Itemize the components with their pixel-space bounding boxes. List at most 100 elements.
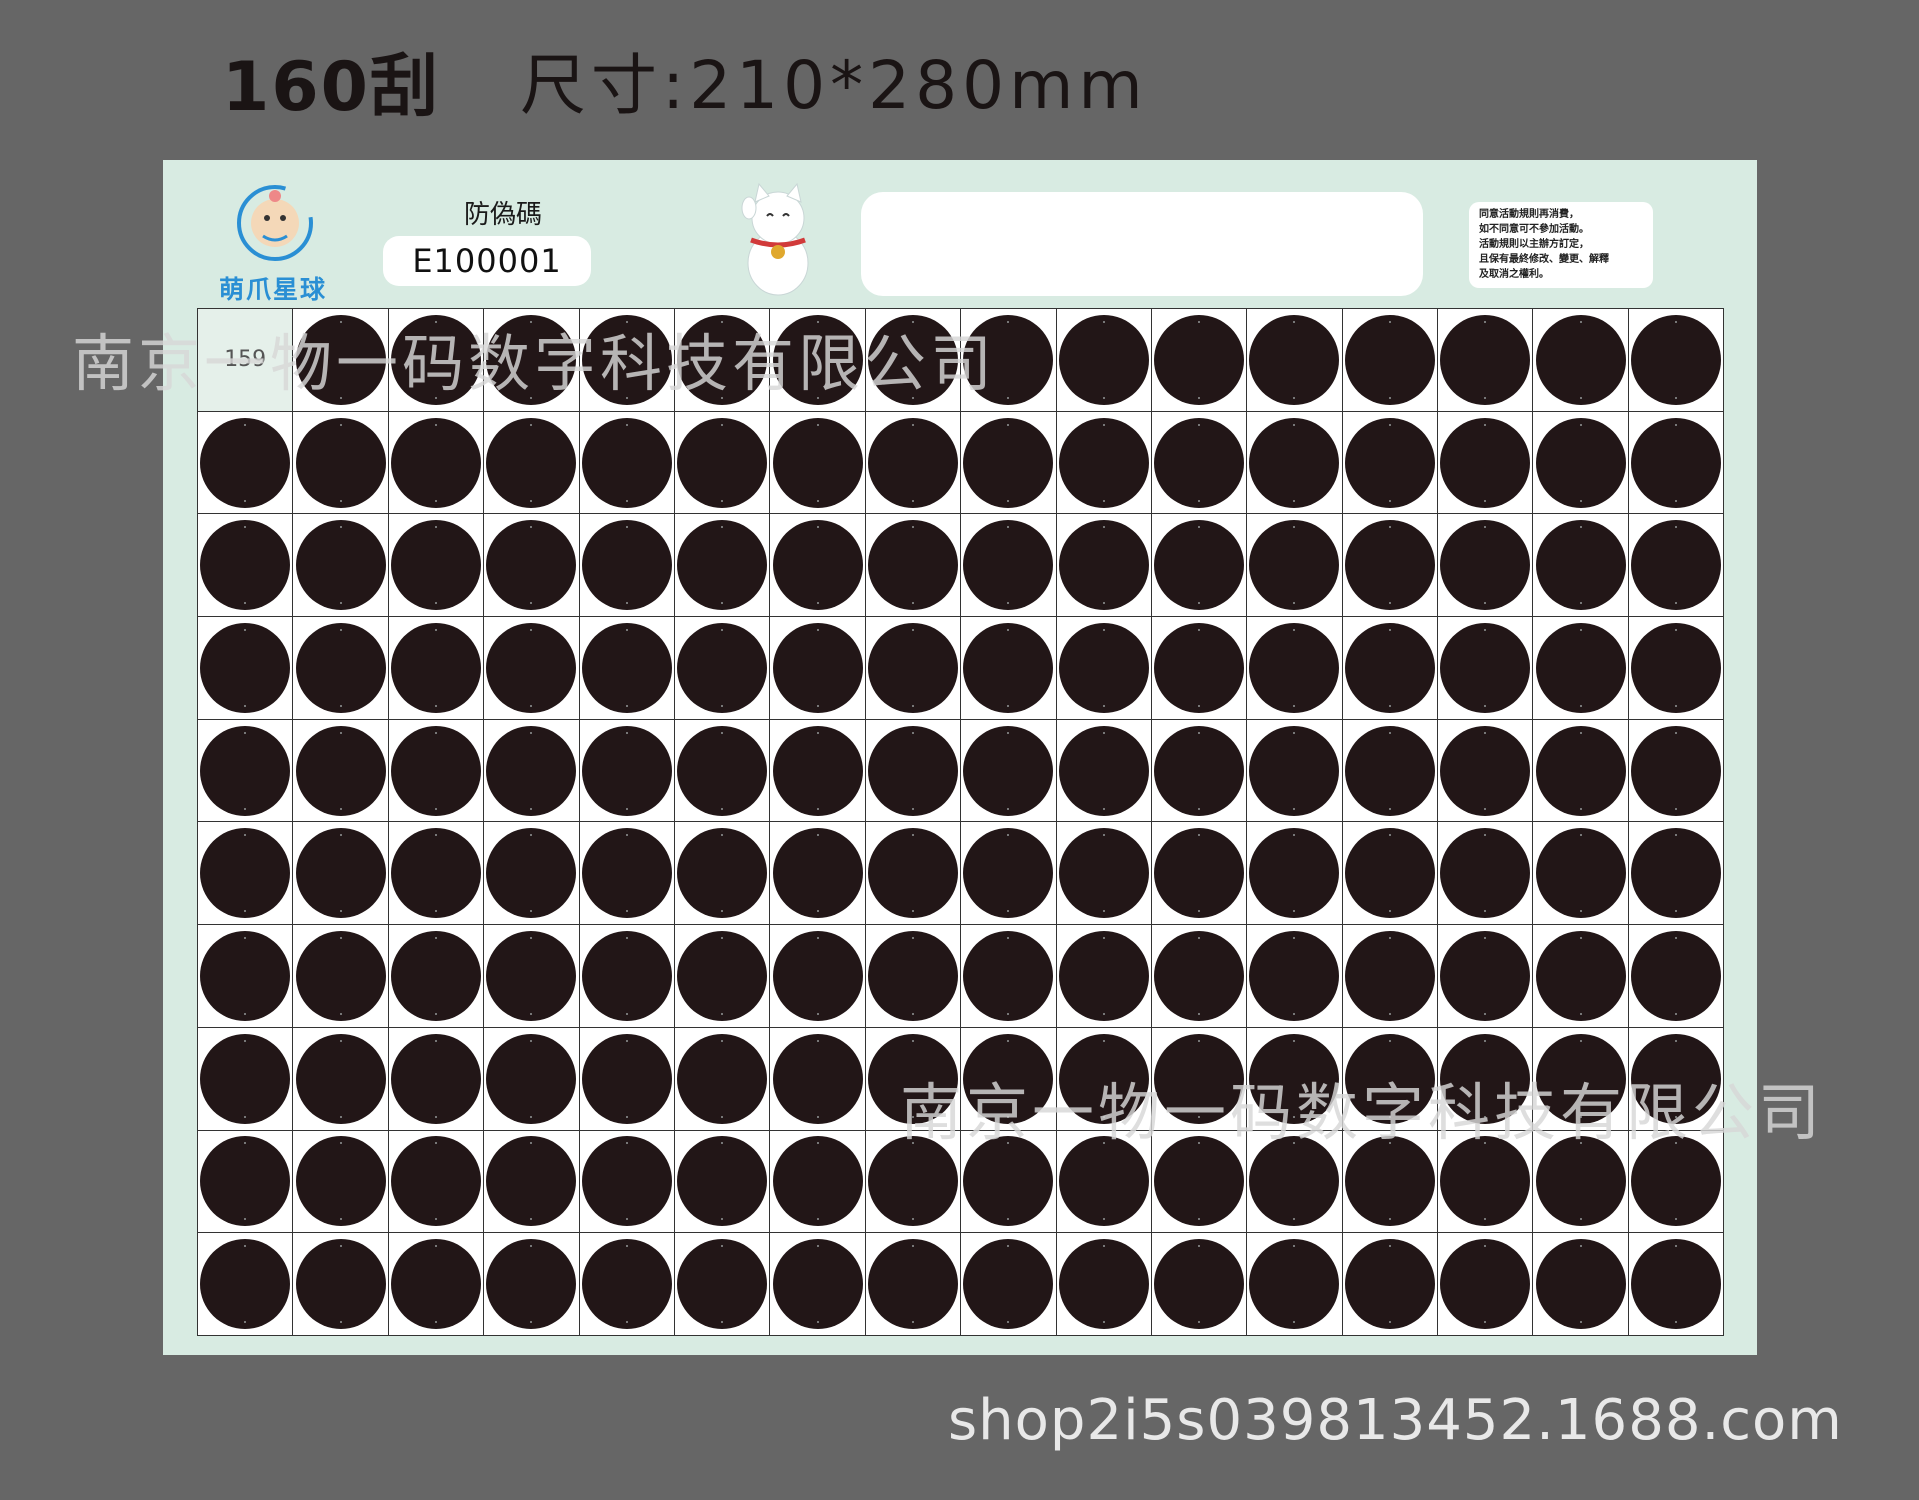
scratch-cell[interactable]: [198, 411, 294, 515]
scratch-dot[interactable]: [200, 417, 291, 508]
scratch-cell[interactable]: [1533, 925, 1629, 1028]
scratch-cell[interactable]: [674, 411, 771, 515]
scratch-dot[interactable]: [486, 520, 577, 611]
scratch-cell[interactable]: [1628, 822, 1725, 926]
scratch-cell[interactable]: [388, 925, 485, 1028]
scratch-dot[interactable]: [1631, 520, 1722, 611]
scratch-dot[interactable]: [677, 930, 768, 1021]
scratch-dot[interactable]: [581, 520, 672, 611]
scratch-dot[interactable]: [581, 725, 672, 816]
scratch-dot[interactable]: [486, 828, 577, 919]
scratch-cell[interactable]: [1342, 514, 1439, 618]
scratch-cell[interactable]: [674, 617, 771, 720]
scratch-dot[interactable]: [200, 1239, 291, 1330]
scratch-dot[interactable]: [677, 520, 768, 611]
scratch-cell[interactable]: [865, 719, 962, 823]
scratch-dot[interactable]: [200, 520, 291, 611]
scratch-cell[interactable]: [1056, 719, 1152, 823]
scratch-dot[interactable]: [1058, 314, 1149, 405]
scratch-cell[interactable]: [1533, 822, 1629, 926]
scratch-cell[interactable]: [388, 1027, 485, 1131]
scratch-cell[interactable]: [293, 1027, 389, 1131]
scratch-dot[interactable]: [295, 930, 386, 1021]
scratch-dot[interactable]: [1440, 725, 1531, 816]
scratch-cell[interactable]: [1247, 822, 1343, 926]
scratch-cell[interactable]: [1342, 617, 1439, 720]
scratch-cell[interactable]: [579, 1233, 675, 1336]
scratch-dot[interactable]: [486, 930, 577, 1021]
scratch-cell[interactable]: [388, 1233, 485, 1336]
scratch-dot[interactable]: [581, 1033, 672, 1124]
scratch-dot[interactable]: [677, 828, 768, 919]
scratch-dot[interactable]: [1535, 314, 1626, 405]
scratch-cell[interactable]: [388, 1130, 485, 1234]
scratch-dot[interactable]: [295, 1033, 386, 1124]
scratch-cell[interactable]: [484, 1233, 580, 1336]
scratch-cell[interactable]: [198, 719, 294, 823]
scratch-cell[interactable]: [1342, 309, 1439, 412]
scratch-dot[interactable]: [200, 1136, 291, 1227]
scratch-cell[interactable]: [961, 617, 1057, 720]
scratch-cell[interactable]: [1533, 514, 1629, 618]
scratch-cell[interactable]: [1533, 617, 1629, 720]
scratch-dot[interactable]: [1440, 314, 1531, 405]
scratch-cell[interactable]: [1056, 1233, 1152, 1336]
scratch-cell[interactable]: [293, 514, 389, 618]
scratch-dot[interactable]: [677, 1136, 768, 1227]
scratch-cell[interactable]: [1056, 411, 1152, 515]
scratch-dot[interactable]: [1154, 520, 1245, 611]
scratch-cell[interactable]: [1533, 309, 1629, 412]
scratch-cell[interactable]: [1628, 309, 1725, 412]
scratch-dot[interactable]: [390, 1239, 481, 1330]
scratch-cell[interactable]: [770, 1027, 866, 1131]
scratch-cell[interactable]: [674, 514, 771, 618]
scratch-dot[interactable]: [1344, 930, 1435, 1021]
scratch-cell[interactable]: [1247, 719, 1343, 823]
scratch-dot[interactable]: [390, 1033, 481, 1124]
scratch-dot[interactable]: [1154, 930, 1245, 1021]
scratch-cell[interactable]: [198, 1027, 294, 1131]
scratch-dot[interactable]: [1535, 930, 1626, 1021]
scratch-dot[interactable]: [1154, 622, 1245, 713]
scratch-cell[interactable]: [293, 1130, 389, 1234]
scratch-dot[interactable]: [1249, 725, 1340, 816]
scratch-dot[interactable]: [1440, 828, 1531, 919]
scratch-dot[interactable]: [1249, 520, 1340, 611]
scratch-dot[interactable]: [1058, 930, 1149, 1021]
scratch-cell[interactable]: [579, 1027, 675, 1131]
scratch-dot[interactable]: [295, 1239, 386, 1330]
scratch-dot[interactable]: [677, 417, 768, 508]
scratch-dot[interactable]: [1154, 828, 1245, 919]
scratch-dot[interactable]: [867, 417, 958, 508]
scratch-dot[interactable]: [390, 930, 481, 1021]
scratch-cell[interactable]: [1342, 1233, 1439, 1336]
scratch-dot[interactable]: [1154, 725, 1245, 816]
scratch-cell[interactable]: [1533, 411, 1629, 515]
scratch-cell[interactable]: [961, 411, 1057, 515]
scratch-dot[interactable]: [1154, 1239, 1245, 1330]
scratch-cell[interactable]: [1342, 822, 1439, 926]
scratch-cell[interactable]: [198, 1233, 294, 1336]
scratch-cell[interactable]: [1342, 925, 1439, 1028]
scratch-cell[interactable]: [865, 617, 962, 720]
scratch-cell[interactable]: [1247, 309, 1343, 412]
scratch-cell[interactable]: [770, 822, 866, 926]
scratch-dot[interactable]: [772, 828, 863, 919]
scratch-dot[interactable]: [1535, 417, 1626, 508]
scratch-dot[interactable]: [677, 1239, 768, 1330]
scratch-dot[interactable]: [1058, 520, 1149, 611]
scratch-cell[interactable]: [484, 719, 580, 823]
scratch-cell[interactable]: [1628, 411, 1725, 515]
scratch-cell[interactable]: [293, 925, 389, 1028]
scratch-cell[interactable]: [674, 719, 771, 823]
scratch-dot[interactable]: [1440, 520, 1531, 611]
scratch-cell[interactable]: [1628, 514, 1725, 618]
scratch-dot[interactable]: [295, 520, 386, 611]
scratch-dot[interactable]: [581, 930, 672, 1021]
scratch-dot[interactable]: [1631, 1239, 1722, 1330]
scratch-cell[interactable]: [484, 925, 580, 1028]
scratch-cell[interactable]: [484, 1027, 580, 1131]
scratch-cell[interactable]: [388, 514, 485, 618]
scratch-dot[interactable]: [581, 828, 672, 919]
scratch-dot[interactable]: [486, 1136, 577, 1227]
